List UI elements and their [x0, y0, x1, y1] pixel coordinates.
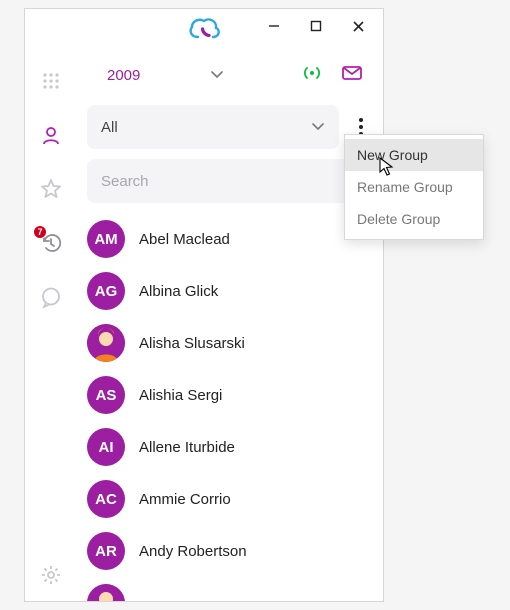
avatar: AM [87, 220, 125, 258]
app-window: 7 2009 [24, 8, 384, 602]
contact-name: Alishia Sergi [139, 387, 222, 404]
minimize-button[interactable] [255, 13, 293, 39]
avatar: AR [87, 532, 125, 570]
contact-name: Abel Maclead [139, 231, 230, 248]
chevron-down-icon [311, 119, 325, 136]
filter-label: All [101, 119, 118, 136]
extension-selector[interactable]: 2009 [87, 67, 224, 84]
close-button[interactable] [339, 13, 377, 39]
contact-list[interactable]: AM Abel Maclead AG Albina Glick Alisha S… [87, 213, 373, 601]
maximize-button[interactable] [297, 13, 335, 39]
dialpad-icon[interactable] [39, 69, 63, 93]
contact-row[interactable]: AM Abel Maclead [87, 213, 369, 265]
broadcast-icon[interactable] [301, 65, 323, 86]
content-area: 7 2009 [25, 49, 383, 601]
contact-name: Allene Iturbide [139, 439, 235, 456]
main-panel: 2009 [77, 49, 383, 601]
contacts-icon[interactable] [39, 123, 63, 147]
avatar: AG [87, 272, 125, 310]
avatar [87, 584, 125, 601]
menu-item[interactable]: Rename Group [345, 171, 483, 203]
group-filter-select[interactable]: All [87, 105, 339, 149]
contact-row[interactable]: AR Andy Robertson [87, 525, 369, 577]
contact-name: Andy Robertson [139, 543, 247, 560]
contact-row[interactable]: AS Alishia Sergi [87, 369, 369, 421]
contact-row[interactable]: AC Ammie Corrio [87, 473, 369, 525]
search-box[interactable] [87, 159, 373, 203]
voicemail-icon[interactable] [341, 64, 363, 87]
search-input[interactable] [101, 173, 359, 190]
window-controls [255, 9, 383, 39]
contact-name: Ammie Corrio [139, 491, 231, 508]
contact-row[interactable] [87, 577, 369, 601]
topbar: 2009 [87, 53, 373, 97]
avatar: AI [87, 428, 125, 466]
history-badge: 7 [33, 225, 47, 239]
group-context-menu: New GroupRename GroupDelete Group [344, 134, 484, 240]
settings-icon[interactable] [39, 563, 63, 587]
contact-name: Alisha Slusarski [139, 335, 245, 352]
history-icon[interactable]: 7 [39, 231, 63, 255]
chat-icon[interactable] [39, 285, 63, 309]
contact-name: Albina Glick [139, 283, 218, 300]
favorites-icon[interactable] [39, 177, 63, 201]
sidebar: 7 [25, 49, 77, 601]
filter-row: All [87, 105, 373, 149]
avatar: AC [87, 480, 125, 518]
chevron-down-icon [210, 67, 224, 84]
titlebar [25, 9, 383, 49]
contact-row[interactable]: AI Allene Iturbide [87, 421, 369, 473]
avatar [87, 324, 125, 362]
app-logo-icon [187, 15, 221, 50]
menu-item[interactable]: Delete Group [345, 203, 483, 235]
contact-row[interactable]: AG Albina Glick [87, 265, 369, 317]
menu-item[interactable]: New Group [345, 139, 483, 171]
extension-number: 2009 [107, 67, 140, 84]
contact-row[interactable]: Alisha Slusarski [87, 317, 369, 369]
avatar: AS [87, 376, 125, 414]
